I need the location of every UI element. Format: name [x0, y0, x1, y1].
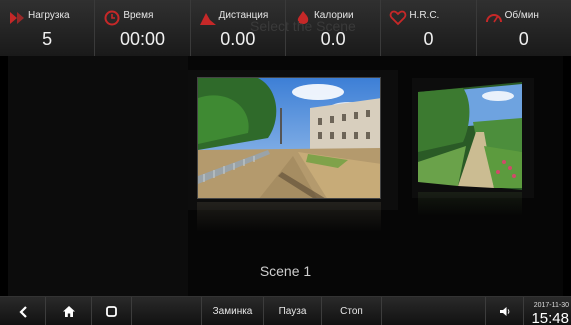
stat-value: 00:00 [119, 29, 166, 49]
stat-label: Об/мин [504, 10, 539, 21]
distance-icon [199, 13, 216, 25]
home-button[interactable] [46, 297, 92, 325]
cooldown-button[interactable]: Заминка [202, 297, 264, 325]
left-panel [8, 56, 188, 296]
scene-thumbnail-park-avenue [198, 78, 380, 198]
clock-time: 15:48 [531, 310, 569, 325]
volume-button[interactable] [486, 297, 524, 325]
stat-value: 0 [518, 29, 529, 49]
bottom-nav-bar: Заминка Пауза Стоп [0, 296, 571, 325]
nav-spacer [382, 297, 486, 325]
scene-name: Scene 1 [259, 263, 312, 279]
speaker-icon [500, 307, 510, 316]
recent-apps-button[interactable] [92, 297, 132, 325]
clock-icon [104, 10, 120, 26]
nav-spacer [132, 297, 202, 325]
scene-card-reflection [197, 202, 381, 232]
stat-load: Нагрузка 5 [0, 0, 96, 56]
pause-button[interactable]: Пауза [264, 297, 322, 325]
stat-heart-rate: H.R.C. 0 [381, 0, 477, 56]
stat-value: 0 [423, 29, 434, 49]
stat-label: Нагрузка [28, 10, 70, 21]
stat-label: H.R.C. [409, 10, 440, 21]
stat-label: Время [123, 10, 154, 21]
stat-time: Время 00:00 [95, 0, 191, 56]
scene-card-main[interactable] [197, 77, 381, 199]
back-button[interactable] [0, 297, 46, 325]
chevron-left-icon [18, 305, 27, 318]
square-icon [106, 306, 117, 317]
stat-value: 5 [42, 29, 53, 49]
screen-title: Select the Scene [250, 18, 356, 34]
heart-icon [390, 10, 407, 26]
scene-card-reflection [418, 192, 522, 216]
scene-thumbnail-garden-path [418, 82, 522, 190]
scene-card-next[interactable] [418, 82, 522, 190]
clock-date: 2017-11-30 [533, 302, 569, 309]
rpm-icon [485, 14, 502, 23]
stat-rpm: Об/мин 0 [476, 0, 571, 56]
load-icon [10, 12, 24, 24]
home-icon [62, 306, 75, 317]
stop-button[interactable]: Стоп [322, 297, 382, 325]
